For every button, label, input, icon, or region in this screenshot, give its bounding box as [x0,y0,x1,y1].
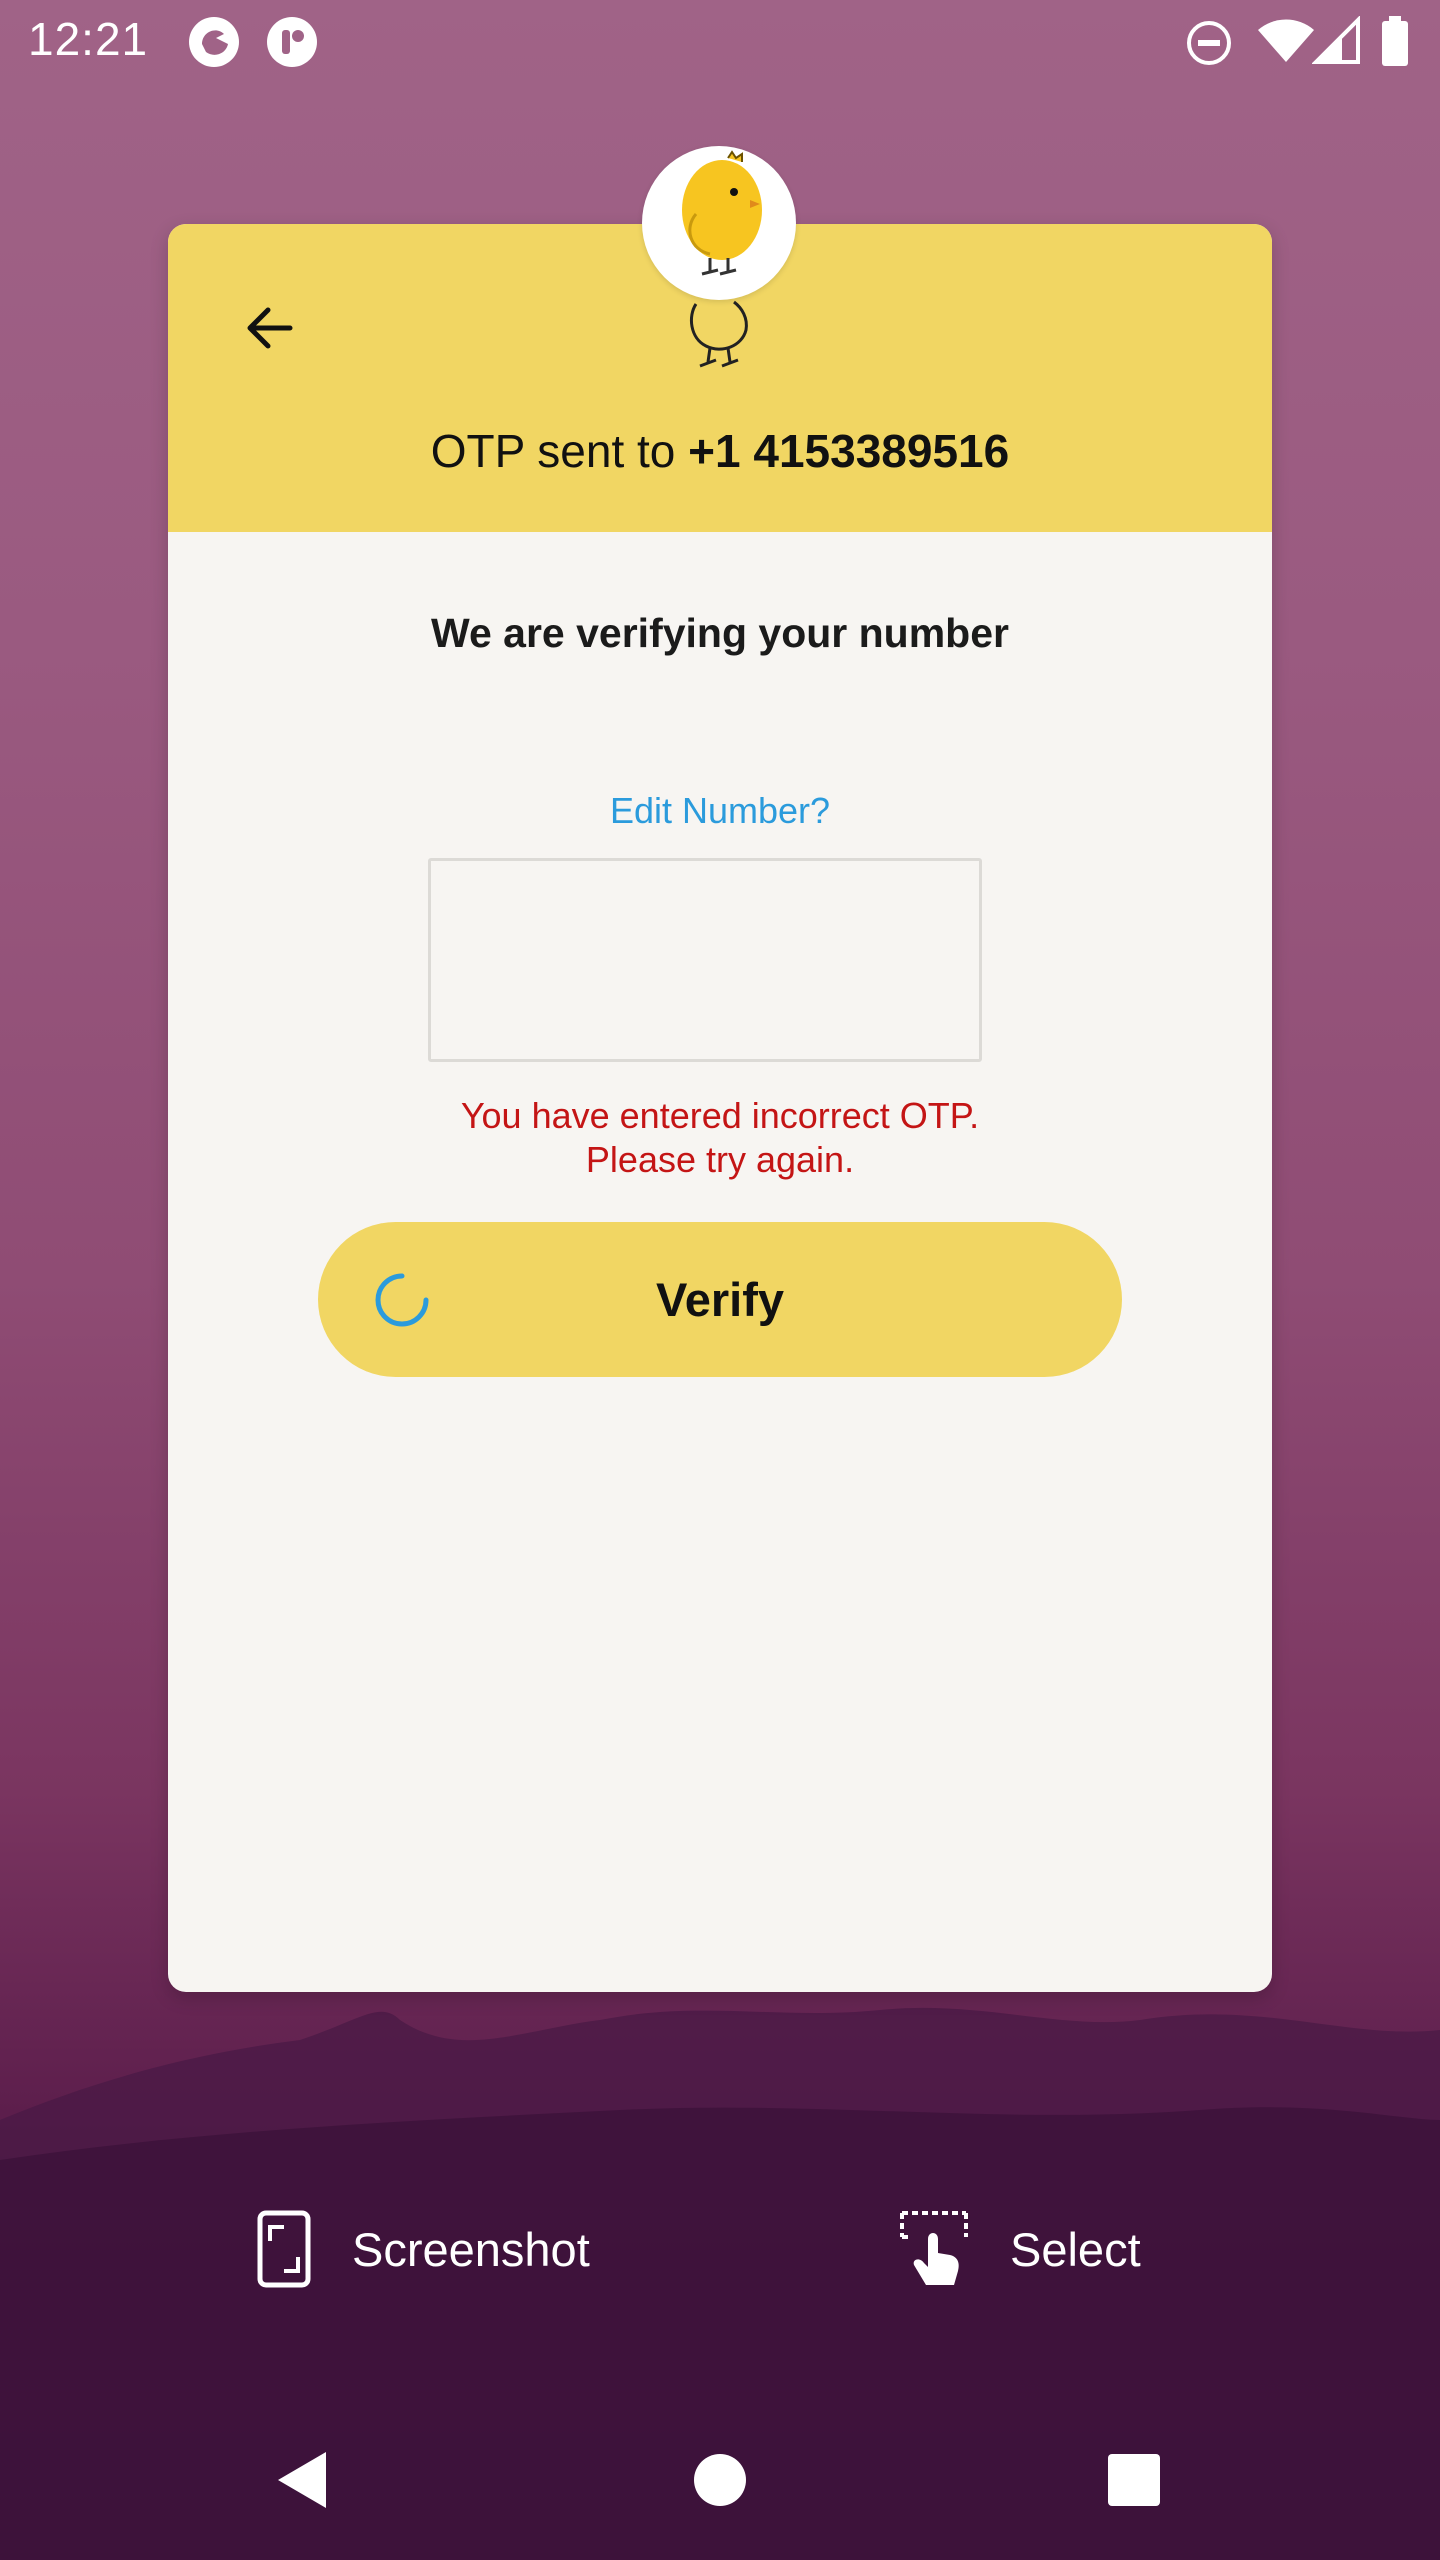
otp-sent-text: OTP sent to +1 4153389516 [168,424,1272,478]
nav-recents-button[interactable] [1094,2440,1174,2520]
status-time: 12:21 [28,13,149,65]
nav-recents-icon [1108,2454,1160,2506]
back-arrow-icon [247,307,293,349]
battery-icon [1382,16,1408,66]
status-bar: 12:21 [0,0,1440,84]
screenshot-button[interactable]: Screenshot [256,2204,590,2294]
nav-back-icon [278,2452,326,2508]
verify-label: Verify [655,1273,785,1326]
otp-input[interactable] [428,858,982,1062]
screenshot-icon [257,2210,311,2288]
do-not-disturb-icon [1187,21,1231,65]
wifi-icon [1258,19,1314,62]
phone-number: +1 4153389516 [688,425,1010,477]
otp-sent-prefix: OTP sent to [430,425,689,477]
screenshot-label: Screenshot [352,2222,590,2276]
error-message: You have entered incorrect OTP. Please t… [0,1094,1440,1182]
cellular-signal-icon [1312,16,1360,64]
select-button[interactable]: Select [898,2204,1141,2294]
error-line-1: You have entered incorrect OTP. [460,1095,980,1136]
app-icon-2 [267,17,317,67]
edit-number-link[interactable]: Edit Number? [0,790,1440,832]
nav-back-button[interactable] [262,2440,342,2520]
chick-outline-icon [689,300,748,368]
nav-home-icon [694,2454,746,2506]
verify-button[interactable]: Verify [318,1222,1122,1377]
nav-home-button[interactable] [680,2440,760,2520]
error-line-2: Please try again. [585,1139,855,1180]
select-touch-icon [900,2211,968,2285]
chick-logo-icon [682,150,762,276]
verifying-title: We are verifying your number [431,610,1009,656]
select-label: Select [1010,2222,1141,2276]
back-button[interactable] [220,278,320,378]
app-icon-1 [189,17,239,67]
